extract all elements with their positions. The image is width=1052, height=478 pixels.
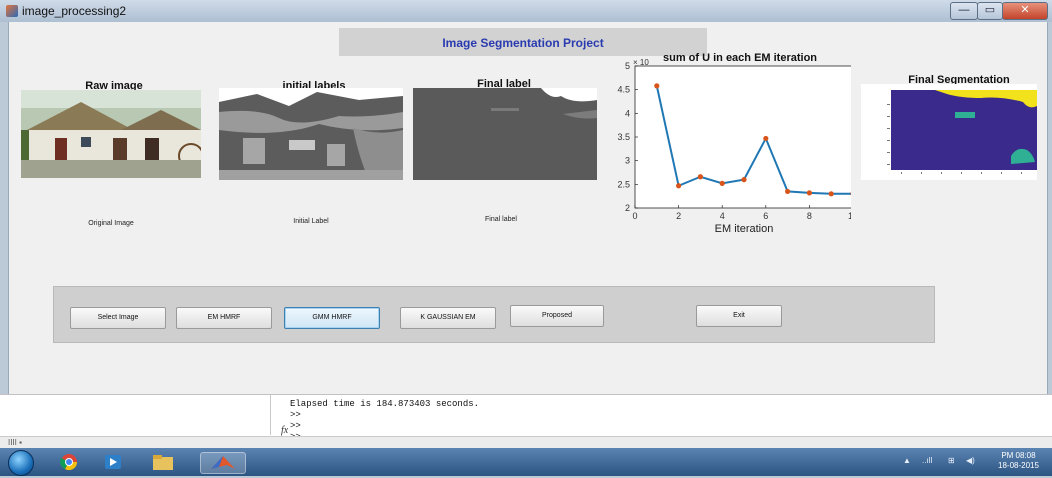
clock-time: PM 08:08 (1001, 451, 1036, 460)
final-label-caption: Final label (485, 216, 517, 223)
data-point (828, 191, 834, 197)
gmm-hmrf-button[interactable]: GMM HMRF (284, 307, 380, 329)
window-title: image_processing2 (22, 4, 127, 18)
media-player-icon[interactable] (96, 452, 130, 472)
x-tick-label: 2 (676, 211, 681, 221)
command-line: >> (290, 421, 301, 431)
raw-image-caption: Original Image (88, 220, 134, 227)
button-panel: Select Image EM HMRF GMM HMRF K GAUSSIAN… (53, 286, 935, 343)
em-hmrf-button[interactable]: EM HMRF (176, 307, 272, 329)
y-exponent-label: × 10 (633, 58, 649, 67)
x-tick-label: 4 (720, 211, 725, 221)
data-point (741, 177, 747, 183)
status-text: IIII ▪ (8, 438, 22, 447)
clock-date: 18-08-2015 (998, 461, 1039, 470)
final-label-image (413, 88, 597, 180)
project-header: Image Segmentation Project (339, 28, 707, 56)
command-window[interactable]: Elapsed time is 184.873403 seconds.>>>>>… (0, 394, 1052, 442)
x-tick-label: 0 (632, 211, 637, 221)
raw-image (21, 90, 201, 178)
workspace-pane[interactable] (0, 395, 271, 435)
em-iteration-chart: 024681022.533.544.55× 10EM iteration (617, 58, 851, 235)
final-segmentation-image (861, 84, 1037, 180)
command-line: Elapsed time is 184.873403 seconds. (290, 399, 480, 409)
data-point (806, 190, 812, 196)
window-title-bar[interactable]: image_processing2 — ▭ ✕ (0, 0, 1052, 22)
initial-label-caption: Initial Label (293, 218, 329, 225)
command-line: >> (290, 410, 301, 420)
maximize-button[interactable]: ▭ (977, 2, 1003, 20)
matlab-app-icon (6, 5, 18, 17)
network-icon[interactable]: ⊞ (948, 456, 955, 465)
y-tick-label: 4 (625, 108, 630, 118)
initial-labels-image (219, 88, 403, 180)
k-gaussian-em-button[interactable]: K GAUSSIAN EM (400, 307, 496, 329)
x-axis-label: EM iteration (715, 223, 774, 235)
close-button[interactable]: ✕ (1002, 2, 1048, 20)
tray-arrow-icon[interactable]: ▲ (903, 456, 911, 465)
matlab-taskbar-icon[interactable] (200, 452, 246, 474)
data-point (676, 183, 682, 189)
proposed-button[interactable]: Proposed (510, 305, 604, 327)
data-point (654, 83, 660, 89)
exit-button[interactable]: Exit (696, 305, 782, 327)
data-point (719, 180, 725, 186)
file-explorer-icon[interactable] (146, 452, 180, 472)
y-tick-label: 2.5 (617, 179, 630, 189)
data-point (763, 135, 769, 142)
signal-icon[interactable]: ..ıll (922, 456, 932, 465)
taskbar: ▲ ..ıll ⊞ ◀) PM 08:08 18-08-2015 (0, 448, 1052, 476)
minimize-button[interactable]: — (950, 2, 978, 20)
y-tick-label: 3 (625, 156, 630, 166)
y-tick-label: 5 (625, 61, 630, 71)
y-tick-label: 3.5 (617, 132, 630, 142)
y-tick-label: 4.5 (617, 85, 630, 95)
start-button-icon[interactable] (8, 450, 34, 476)
data-point (697, 174, 703, 180)
figure-window: Image Segmentation Project Raw image Ori… (8, 22, 1048, 394)
select-image-button[interactable]: Select Image (70, 307, 166, 329)
data-point (785, 188, 791, 195)
volume-icon[interactable]: ◀) (966, 456, 975, 465)
clock[interactable]: PM 08:08 18-08-2015 (998, 451, 1039, 471)
chrome-icon[interactable] (52, 452, 86, 472)
x-tick-label: 6 (763, 211, 768, 221)
project-title: Image Segmentation Project (442, 36, 604, 50)
x-tick-label: 8 (807, 211, 812, 221)
fx-icon[interactable]: fx (281, 425, 288, 436)
y-tick-label: 2 (625, 203, 630, 213)
x-tick-label: 10 (848, 211, 851, 221)
